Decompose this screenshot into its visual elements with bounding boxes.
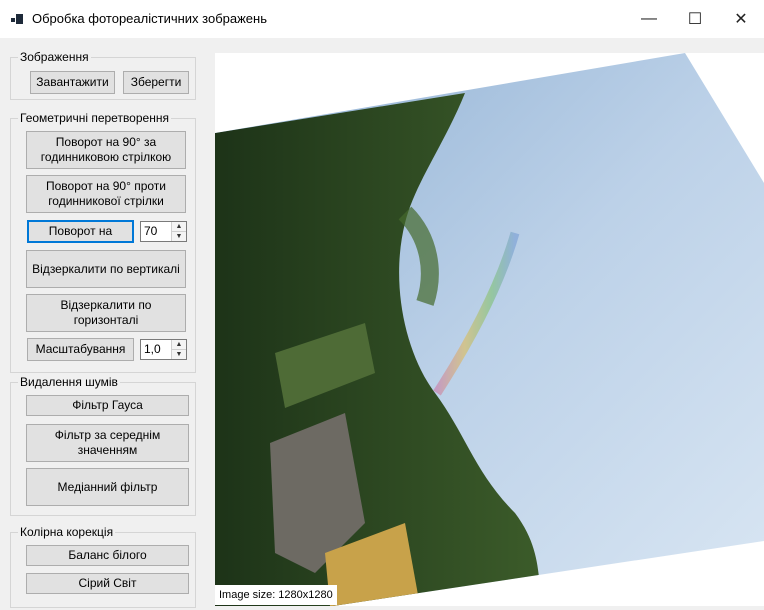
window-title: Обробка фотореалістичних зображень bbox=[32, 11, 267, 26]
maximize-button[interactable]: ☐ bbox=[672, 0, 718, 38]
color-group: Колірна корекція bbox=[10, 524, 196, 608]
scale-stepper[interactable]: ▲ ▼ bbox=[140, 339, 187, 360]
rotated-photo bbox=[215, 53, 764, 606]
spin-up-icon[interactable]: ▲ bbox=[172, 222, 186, 232]
close-icon: ✕ bbox=[734, 11, 748, 28]
rotate-angle-input[interactable] bbox=[144, 224, 170, 238]
gray-world-button[interactable]: Сірий Світ bbox=[26, 573, 189, 594]
scale-button[interactable]: Масштабування bbox=[27, 338, 134, 361]
scale-input[interactable] bbox=[144, 342, 170, 356]
rotate-ccw-90-button[interactable]: Поворот на 90° проти годинникової стрілк… bbox=[26, 175, 186, 213]
minimize-button[interactable]: — bbox=[626, 0, 672, 38]
gauss-filter-button[interactable]: Фільтр Гауса bbox=[26, 395, 189, 416]
minimize-icon: — bbox=[641, 10, 657, 27]
close-button[interactable]: ✕ bbox=[718, 0, 764, 38]
spin-down-icon[interactable]: ▼ bbox=[172, 350, 186, 360]
geometry-group-label: Геометричні перетворення bbox=[18, 110, 171, 126]
load-button[interactable]: Завантажити bbox=[30, 71, 115, 94]
maximize-icon: ☐ bbox=[687, 11, 703, 28]
spin-up-icon[interactable]: ▲ bbox=[172, 340, 186, 350]
title-bar[interactable]: Обробка фотореалістичних зображень — ☐ ✕ bbox=[0, 0, 764, 38]
color-group-label: Колірна корекція bbox=[18, 524, 116, 540]
image-size-label: Image size: 1280x1280 bbox=[215, 585, 337, 605]
main-panel: Зображення Завантажити Зберегти Геометри… bbox=[0, 38, 764, 610]
median-filter-button[interactable]: Медіанний фільтр bbox=[26, 468, 189, 506]
rotate-by-angle-button[interactable]: Поворот на bbox=[27, 220, 134, 243]
rotate-cw-90-button[interactable]: Поворот на 90° за годинниковою стрілкою bbox=[26, 131, 186, 169]
rotate-angle-stepper[interactable]: ▲ ▼ bbox=[140, 221, 187, 242]
image-canvas[interactable] bbox=[215, 53, 764, 606]
spin-down-icon[interactable]: ▼ bbox=[172, 232, 186, 242]
white-balance-button[interactable]: Баланс білого bbox=[26, 545, 189, 566]
save-button[interactable]: Зберегти bbox=[123, 71, 189, 94]
image-group-label: Зображення bbox=[18, 49, 91, 65]
mean-filter-button[interactable]: Фільтр за середнім значенням bbox=[26, 424, 189, 462]
mirror-vertical-button[interactable]: Відзеркалити по вертикалі bbox=[26, 250, 186, 288]
noise-group-label: Видалення шумів bbox=[18, 374, 120, 390]
mirror-horizontal-button[interactable]: Відзеркалити по горизонталі bbox=[26, 294, 186, 332]
app-icon bbox=[11, 14, 23, 24]
